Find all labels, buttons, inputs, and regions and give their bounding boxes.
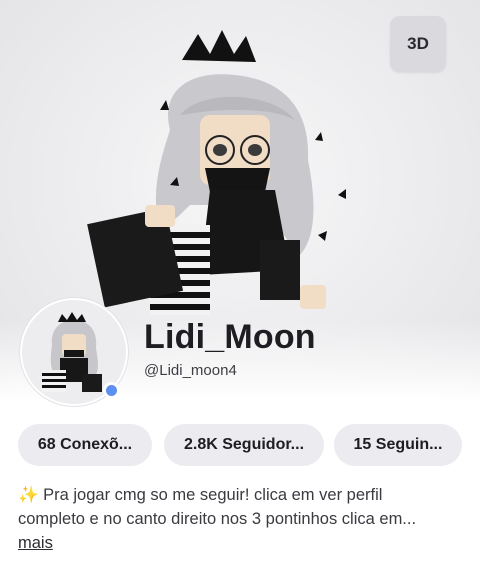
- bio: ✨ Pra jogar cmg so me seguir! clica em v…: [18, 483, 462, 555]
- face-mask: [205, 168, 270, 192]
- hand: [145, 205, 175, 227]
- crown-accessory: [182, 30, 256, 62]
- crown-icon: [58, 312, 86, 322]
- bio-more-link[interactable]: mais: [18, 534, 53, 552]
- username: @Lidi_moon4: [144, 362, 237, 379]
- profile-stats: 68 Conexõ... 2.8K Seguidor... 15 Seguin.…: [18, 424, 462, 466]
- online-status-icon: [103, 382, 120, 399]
- following-button[interactable]: 15 Seguin...: [334, 424, 462, 466]
- avatar-3d-model: [87, 30, 346, 315]
- followers-button[interactable]: 2.8K Seguidor...: [164, 424, 324, 466]
- bio-line: completo e no canto direito nos 3 pontin…: [18, 510, 417, 528]
- bio-line: ✨ Pra jogar cmg so me seguir! clica em v…: [18, 486, 383, 504]
- connections-button[interactable]: 68 Conexõ...: [18, 424, 152, 466]
- view-3d-button[interactable]: 3D: [390, 16, 446, 72]
- display-name: Lidi_Moon: [144, 318, 316, 356]
